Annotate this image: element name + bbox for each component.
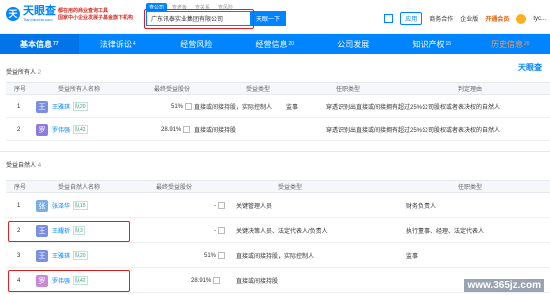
relation-tag[interactable]: 队20: [73, 251, 88, 260]
vip-link[interactable]: 开通会员: [485, 14, 509, 23]
tianyancha-watermark: 天眼查: [518, 63, 542, 72]
nav-development[interactable]: 公司发展: [314, 34, 393, 54]
qrcode-icon[interactable]: [384, 14, 394, 23]
nav-operation[interactable]: 经营信息 20: [236, 34, 315, 54]
section-title-beneficial-persons: 受益自然人 4: [6, 163, 42, 169]
app-button[interactable]: 应用: [400, 12, 423, 25]
table-row: 3 王 王雅琪 队20 51% 直接或间接持股，实际控制人 监事: [6, 244, 550, 268]
person-link[interactable]: 王雅琪: [52, 251, 70, 260]
person-link[interactable]: 王雅琪: [52, 102, 70, 111]
logo[interactable]: 天 天眼查 TianYancha.com: [6, 5, 56, 22]
table-header-owners: 序号 受益所有人名称 最终受益股份 受益类型 任职类型 判定理由: [6, 82, 550, 95]
avatar: 王: [36, 100, 48, 113]
site-watermark: www.365jz.com: [464, 279, 544, 292]
relation-tag[interactable]: 队20: [73, 102, 88, 111]
person-link[interactable]: 罗伟强: [52, 125, 70, 134]
checkbox-icon[interactable]: [185, 103, 193, 110]
avatar: 罗: [36, 123, 48, 136]
main-nav: 基本信息 77 法律诉讼 4 经营风险 经营信息 20 公司发展 知识产权 15 历史信…: [0, 34, 550, 54]
header-toolbar: 应用 商务合作 企业版 开通会员 tyc...: [384, 12, 546, 25]
table-row: 2 罗 罗伟强 队42 28.91% 直接或间接持股 穿透识别出直接或间接拥有超…: [6, 119, 550, 141]
highlight-box-row2: [8, 221, 130, 242]
relation-tag[interactable]: 队15: [73, 201, 88, 210]
avatar: 张: [36, 199, 48, 212]
highlight-box-row4: [8, 270, 130, 292]
nav-risk[interactable]: 经营风险: [157, 34, 236, 54]
relation-tag[interactable]: 队42: [73, 125, 88, 134]
section-title-beneficial-owners: 受益所有人 2: [6, 70, 42, 76]
user-name[interactable]: tyc...: [533, 16, 546, 22]
nav-ip[interactable]: 知识产权 15: [393, 34, 472, 54]
search-highlight-box: [144, 9, 254, 29]
table-header-persons: 序号 受益自然人名称 最终受益股份 受益类型 任职类型: [6, 180, 550, 193]
checkbox-icon[interactable]: [218, 252, 226, 259]
logo-text: 天眼查: [23, 5, 56, 17]
checkbox-icon[interactable]: [183, 126, 191, 133]
section-divider: [0, 151, 550, 152]
top-bar: 天 天眼查 TianYancha.com 都在用的商业查询工具 国家中小企业发展…: [0, 0, 550, 34]
table-row: 1 张 张泽华 队15 - 关键管理人员 财务负责人: [6, 194, 550, 218]
nav-history[interactable]: 历史信息 20: [471, 34, 550, 54]
enterprise-link[interactable]: 企业版: [460, 14, 478, 23]
table-row: 1 王 王雅琪 队20 51% 直接或间接持股，实际控制人 监事 穿透识别出直接…: [6, 96, 550, 118]
user-avatar[interactable]: [516, 13, 527, 24]
person-link[interactable]: 张泽华: [52, 201, 70, 210]
search-button[interactable]: 天眼一下: [250, 10, 286, 26]
checkbox-icon[interactable]: [213, 277, 221, 284]
promo-text: 都在用的商业查询工具 国家中小企业发展子基金旗下机构: [58, 8, 134, 21]
nav-legal[interactable]: 法律诉讼 4: [79, 34, 158, 54]
avatar: 王: [36, 249, 48, 262]
nav-basic-info[interactable]: 基本信息 77: [0, 34, 79, 54]
logo-domain: TianYancha.com: [23, 17, 53, 22]
business-link[interactable]: 商务合作: [429, 14, 453, 23]
logo-icon: 天: [6, 6, 20, 21]
checkbox-icon[interactable]: [218, 202, 225, 209]
checkbox-icon[interactable]: [218, 227, 225, 234]
